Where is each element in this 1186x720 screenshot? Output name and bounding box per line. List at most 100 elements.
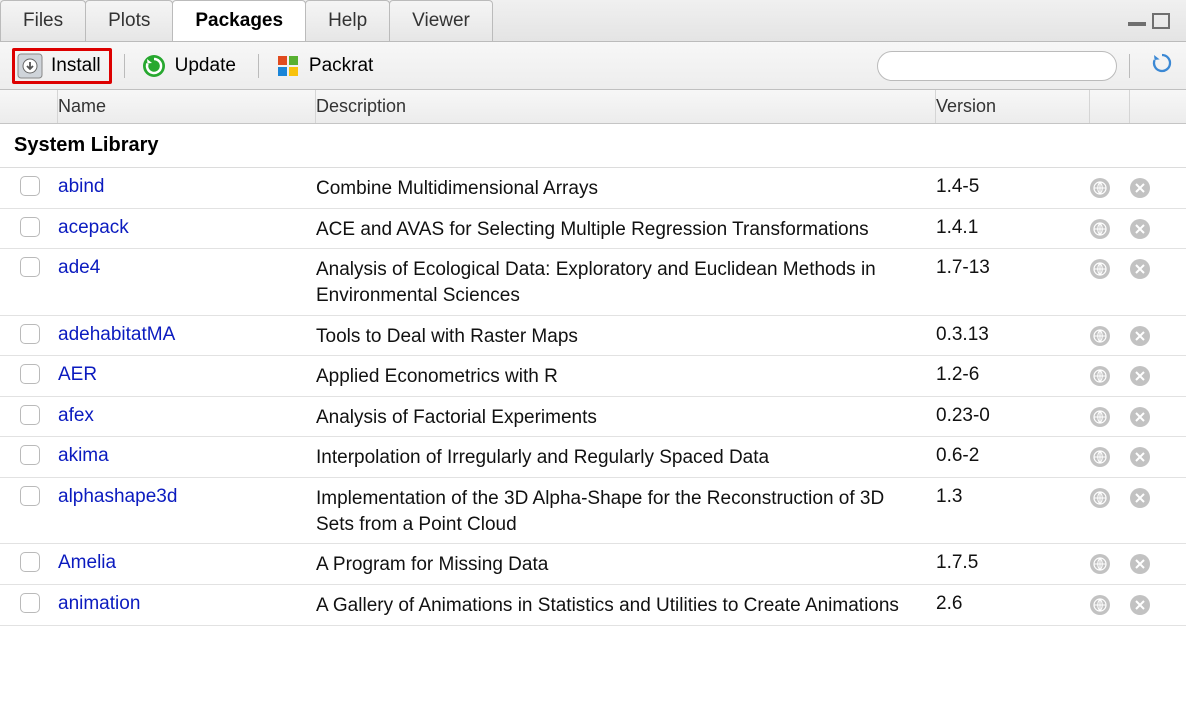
package-version: 2.6 xyxy=(936,591,1090,615)
remove-icon[interactable] xyxy=(1130,447,1150,467)
package-version: 1.3 xyxy=(936,484,1090,508)
search-box[interactable] xyxy=(877,51,1117,81)
package-row: ade4Analysis of Ecological Data: Explora… xyxy=(0,249,1186,315)
package-checkbox[interactable] xyxy=(20,593,40,613)
remove-icon[interactable] xyxy=(1130,366,1150,386)
package-row: adehabitatMATools to Deal with Raster Ma… xyxy=(0,316,1186,357)
remove-icon[interactable] xyxy=(1130,178,1150,198)
package-description: A Program for Missing Data xyxy=(316,550,936,578)
package-name-link[interactable]: afex xyxy=(58,403,316,427)
search-input[interactable] xyxy=(888,56,1109,76)
update-label: Update xyxy=(175,55,236,77)
package-name-link[interactable]: ade4 xyxy=(58,255,316,279)
remove-icon[interactable] xyxy=(1130,219,1150,239)
package-checkbox[interactable] xyxy=(20,486,40,506)
install-icon xyxy=(17,53,43,79)
column-header-delete xyxy=(1130,90,1170,123)
package-checkbox[interactable] xyxy=(20,257,40,277)
remove-icon[interactable] xyxy=(1130,488,1150,508)
package-description: Analysis of Ecological Data: Exploratory… xyxy=(316,255,936,308)
globe-icon[interactable] xyxy=(1090,488,1110,508)
tab-bar: FilesPlotsPackagesHelpViewer xyxy=(0,0,1186,42)
package-checkbox[interactable] xyxy=(20,445,40,465)
package-name-link[interactable]: abind xyxy=(58,174,316,198)
package-description: Combine Multidimensional Arrays xyxy=(316,174,936,202)
package-description: ACE and AVAS for Selecting Multiple Regr… xyxy=(316,215,936,243)
column-header-row: Name Description Version xyxy=(0,90,1186,124)
package-description: Applied Econometrics with R xyxy=(316,362,936,390)
package-name-link[interactable]: acepack xyxy=(58,215,316,239)
column-header-web xyxy=(1090,90,1130,123)
install-button[interactable]: Install xyxy=(12,48,112,84)
packrat-button[interactable]: Packrat xyxy=(271,49,383,83)
tab-files[interactable]: Files xyxy=(0,0,86,41)
refresh-icon xyxy=(1150,51,1174,75)
remove-icon[interactable] xyxy=(1130,407,1150,427)
globe-icon[interactable] xyxy=(1090,178,1110,198)
globe-icon[interactable] xyxy=(1090,366,1110,386)
package-checkbox[interactable] xyxy=(20,364,40,384)
package-checkbox[interactable] xyxy=(20,217,40,237)
package-row: abindCombine Multidimensional Arrays1.4-… xyxy=(0,168,1186,209)
column-header-checkbox xyxy=(0,90,58,123)
tab-packages[interactable]: Packages xyxy=(172,0,306,41)
column-header-name[interactable]: Name xyxy=(58,90,316,123)
package-list[interactable]: System Library abindCombine Multidimensi… xyxy=(0,124,1186,717)
package-name-link[interactable]: AER xyxy=(58,362,316,386)
packrat-icon xyxy=(275,53,301,79)
maximize-icon[interactable] xyxy=(1152,13,1170,29)
package-name-link[interactable]: adehabitatMA xyxy=(58,322,316,346)
package-row: alphashape3dImplementation of the 3D Alp… xyxy=(0,478,1186,544)
package-version: 1.7-13 xyxy=(936,255,1090,279)
remove-icon[interactable] xyxy=(1130,595,1150,615)
package-name-link[interactable]: akima xyxy=(58,443,316,467)
column-header-description[interactable]: Description xyxy=(316,90,936,123)
tab-plots[interactable]: Plots xyxy=(85,0,173,41)
refresh-button[interactable] xyxy=(1150,51,1174,80)
tab-help[interactable]: Help xyxy=(305,0,390,41)
globe-icon[interactable] xyxy=(1090,219,1110,239)
update-icon xyxy=(141,53,167,79)
package-version: 1.2-6 xyxy=(936,362,1090,386)
column-header-version[interactable]: Version xyxy=(936,90,1090,123)
package-name-link[interactable]: Amelia xyxy=(58,550,316,574)
package-checkbox[interactable] xyxy=(20,324,40,344)
globe-icon[interactable] xyxy=(1090,407,1110,427)
tab-viewer[interactable]: Viewer xyxy=(389,0,493,41)
package-checkbox[interactable] xyxy=(20,552,40,572)
globe-icon[interactable] xyxy=(1090,259,1110,279)
package-description: A Gallery of Animations in Statistics an… xyxy=(316,591,936,619)
package-description: Implementation of the 3D Alpha-Shape for… xyxy=(316,484,936,537)
remove-icon[interactable] xyxy=(1130,326,1150,346)
package-version: 1.7.5 xyxy=(936,550,1090,574)
package-checkbox[interactable] xyxy=(20,405,40,425)
package-description: Analysis of Factorial Experiments xyxy=(316,403,936,431)
package-checkbox[interactable] xyxy=(20,176,40,196)
package-version: 0.3.13 xyxy=(936,322,1090,346)
install-label: Install xyxy=(51,55,101,77)
packrat-label: Packrat xyxy=(309,55,373,77)
package-name-link[interactable]: animation xyxy=(58,591,316,615)
section-title: System Library xyxy=(0,124,1186,168)
globe-icon[interactable] xyxy=(1090,326,1110,346)
package-row: akimaInterpolation of Irregularly and Re… xyxy=(0,437,1186,478)
package-description: Interpolation of Irregularly and Regular… xyxy=(316,443,936,471)
package-row: animationA Gallery of Animations in Stat… xyxy=(0,585,1186,626)
minimize-icon[interactable] xyxy=(1128,16,1146,26)
package-name-link[interactable]: alphashape3d xyxy=(58,484,316,508)
package-version: 0.6-2 xyxy=(936,443,1090,467)
package-row: acepackACE and AVAS for Selecting Multip… xyxy=(0,209,1186,250)
globe-icon[interactable] xyxy=(1090,554,1110,574)
globe-icon[interactable] xyxy=(1090,447,1110,467)
remove-icon[interactable] xyxy=(1130,259,1150,279)
package-row: AERApplied Econometrics with R1.2-6 xyxy=(0,356,1186,397)
globe-icon[interactable] xyxy=(1090,595,1110,615)
package-row: AmeliaA Program for Missing Data1.7.5 xyxy=(0,544,1186,585)
remove-icon[interactable] xyxy=(1130,554,1150,574)
package-row: afexAnalysis of Factorial Experiments0.2… xyxy=(0,397,1186,438)
package-description: Tools to Deal with Raster Maps xyxy=(316,322,936,350)
toolbar: Install Update Packrat xyxy=(0,42,1186,90)
separator xyxy=(124,54,125,78)
update-button[interactable]: Update xyxy=(137,49,246,83)
separator xyxy=(258,54,259,78)
